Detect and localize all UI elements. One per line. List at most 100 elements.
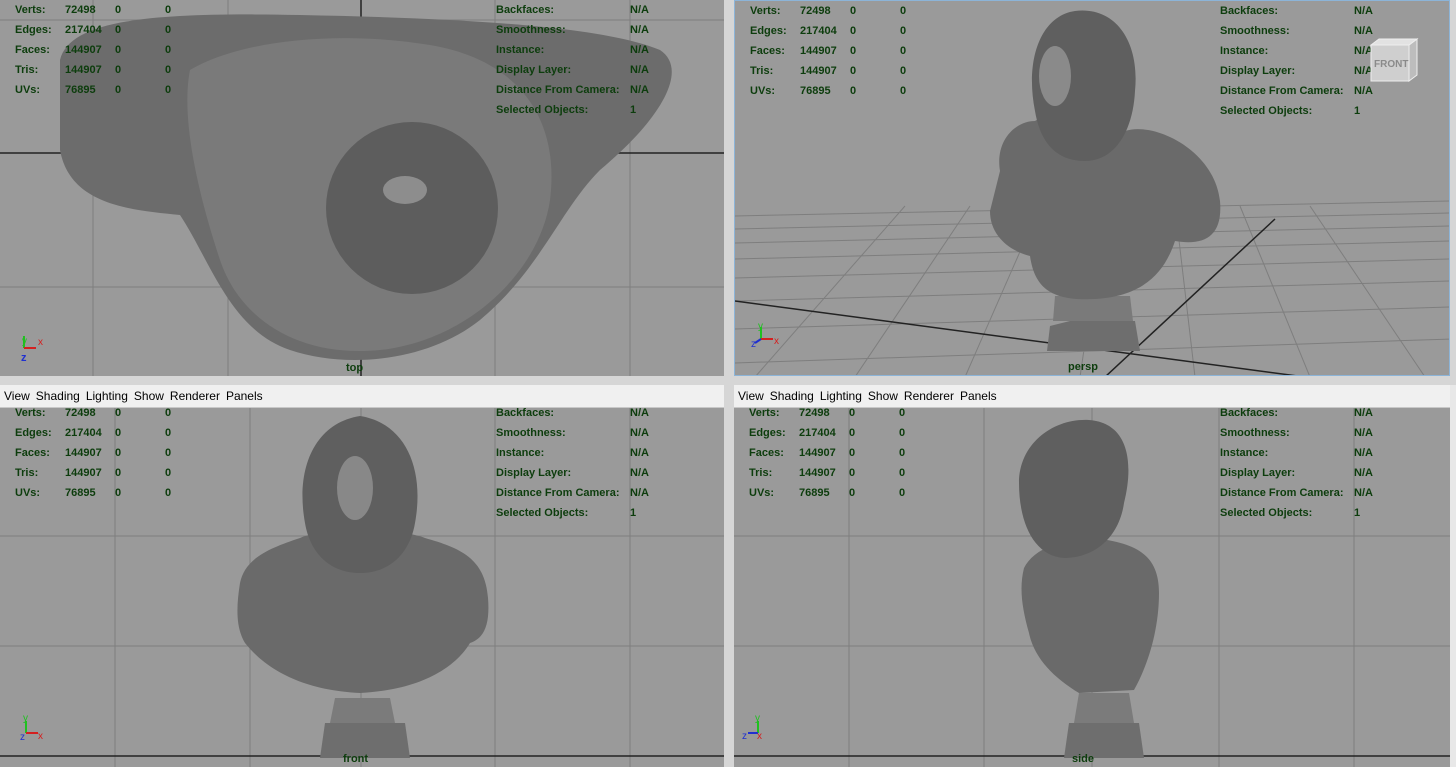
hud-label: Instance:: [1220, 45, 1269, 57]
hud-value: N/A: [1354, 427, 1373, 439]
hud-value: 0: [849, 487, 856, 499]
viewport-top[interactable]: Verts: 72498 0 0 Edges: 217404 0 0 Faces: 14490…: [0, 0, 724, 376]
menu-view[interactable]: View: [0, 385, 32, 403]
menu-renderer[interactable]: Renderer: [166, 385, 222, 403]
hud-value: 144907: [799, 467, 836, 479]
hud-row-backfaces: Backfaces: N/A: [496, 0, 696, 20]
hud-value: 72498: [65, 407, 96, 419]
hud-value: 217404: [799, 427, 836, 439]
menu-lighting[interactable]: Lighting: [816, 385, 864, 403]
hud-value: N/A: [630, 64, 649, 76]
hud-label: Display Layer:: [1220, 65, 1296, 77]
hud-row-backfaces: Backfaces: N/A: [1220, 1, 1420, 21]
object-details-hud: Backfaces: N/A Smoothness: N/A Instance: N/…: [496, 403, 696, 523]
hud-value: N/A: [1354, 447, 1373, 459]
menu-shading[interactable]: Shading: [32, 385, 82, 403]
hud-value: N/A: [1354, 467, 1373, 479]
hud-label: Selected Objects:: [1220, 507, 1313, 519]
hud-value: N/A: [630, 447, 649, 459]
hud-value: 0: [850, 5, 857, 17]
hud-value: 144907: [65, 467, 102, 479]
svg-text:y: y: [23, 713, 28, 724]
hud-value: 0: [115, 24, 122, 36]
svg-text:y: y: [755, 713, 760, 724]
hud-label: Selected Objects:: [496, 104, 589, 116]
hud-value: 1: [630, 104, 637, 116]
hud-label: Tris:: [15, 64, 39, 76]
hud-value: 0: [899, 427, 906, 439]
hud-label: Tris:: [15, 467, 39, 479]
hud-label: Backfaces:: [496, 4, 555, 16]
hud-row-smoothness: Smoothness: N/A: [1220, 423, 1420, 443]
hud-value: 0: [165, 407, 172, 419]
hud-label: Edges:: [15, 427, 52, 439]
sculpture-side-view: [1019, 419, 1159, 758]
hud-row-instance: Instance: N/A: [496, 40, 696, 60]
hud-value: 1: [630, 507, 637, 519]
axis-gizmo-icon: yzx: [742, 711, 782, 751]
hud-label: Tris:: [750, 65, 774, 77]
svg-text:y: y: [758, 321, 763, 332]
hud-row-distance: Distance From Camera: N/A: [1220, 483, 1420, 503]
svg-text:z: z: [742, 731, 747, 742]
menu-panels[interactable]: Panels: [222, 385, 265, 403]
hud-value: 0: [900, 45, 907, 57]
hud-label: UVs:: [750, 85, 776, 97]
menu-renderer[interactable]: Renderer: [900, 385, 956, 403]
hud-row-backfaces: Backfaces: N/A: [1220, 403, 1420, 423]
hud-row-display-layer: Display Layer: N/A: [1220, 463, 1420, 483]
hud-value: 0: [165, 487, 172, 499]
hud-value: N/A: [630, 84, 649, 96]
hud-label: Edges:: [15, 24, 52, 36]
hud-value: 72498: [799, 407, 830, 419]
menu-lighting[interactable]: Lighting: [82, 385, 130, 403]
camera-label-persp: persp: [1068, 361, 1098, 373]
hud-label: Distance From Camera:: [496, 487, 620, 499]
hud-label: Display Layer:: [496, 64, 572, 76]
viewport-side[interactable]: View Shading Lighting Show Renderer Panels Ve…: [734, 385, 1450, 767]
hud-label: Smoothness:: [1220, 427, 1290, 439]
hud-label: UVs:: [15, 487, 41, 499]
hud-value: N/A: [630, 467, 649, 479]
hud-value: 0: [115, 4, 122, 16]
object-details-hud: Backfaces: N/A Smoothness: N/A Instance: N/…: [496, 0, 696, 120]
hud-value: 144907: [65, 44, 102, 56]
hud-label: Backfaces:: [1220, 5, 1279, 17]
hud-value: 0: [165, 427, 172, 439]
hud-value: 144907: [800, 65, 837, 77]
hud-row-instance: Instance: N/A: [496, 443, 696, 463]
svg-text:z: z: [21, 352, 27, 364]
hud-value: 76895: [65, 487, 96, 499]
hud-value: 76895: [65, 84, 96, 96]
hud-value: 0: [899, 467, 906, 479]
object-details-hud: Backfaces: N/A Smoothness: N/A Instance: N/…: [1220, 403, 1420, 523]
menu-view[interactable]: View: [734, 385, 766, 403]
hud-value: 0: [115, 407, 122, 419]
hud-label: Backfaces:: [1220, 407, 1279, 419]
menu-shading[interactable]: Shading: [766, 385, 816, 403]
hud-value: 0: [849, 447, 856, 459]
hud-label: Verts:: [15, 407, 46, 419]
menu-show[interactable]: Show: [864, 385, 900, 403]
axis-gizmo-icon: yx z: [751, 321, 791, 361]
hud-label: Smoothness:: [496, 427, 566, 439]
hud-row-distance: Distance From Camera: N/A: [496, 80, 696, 100]
hud-label: Instance:: [496, 447, 545, 459]
panel-scrollbar[interactable]: [1450, 385, 1456, 767]
hud-row-selected: Selected Objects: 1: [496, 503, 696, 523]
hud-value: 0: [850, 25, 857, 37]
menu-show[interactable]: Show: [130, 385, 166, 403]
hud-value: 0: [115, 84, 122, 96]
hud-value: 0: [850, 45, 857, 57]
hud-row-smoothness: Smoothness: N/A: [496, 20, 696, 40]
hud-value: N/A: [630, 4, 649, 16]
viewport-front[interactable]: View Shading Lighting Show Renderer Panels Ve…: [0, 385, 724, 767]
viewport-persp[interactable]: Verts: 72498 0 0 Edges: 217404 0 0 Faces: 14490…: [734, 0, 1450, 376]
viewcube-icon[interactable]: FRONT: [1369, 37, 1419, 83]
menu-panels[interactable]: Panels: [956, 385, 999, 403]
hud-value: 0: [899, 407, 906, 419]
hud-value: 0: [165, 467, 172, 479]
hud-value: N/A: [1354, 5, 1373, 17]
hud-value: 0: [900, 85, 907, 97]
hud-value: 0: [849, 467, 856, 479]
